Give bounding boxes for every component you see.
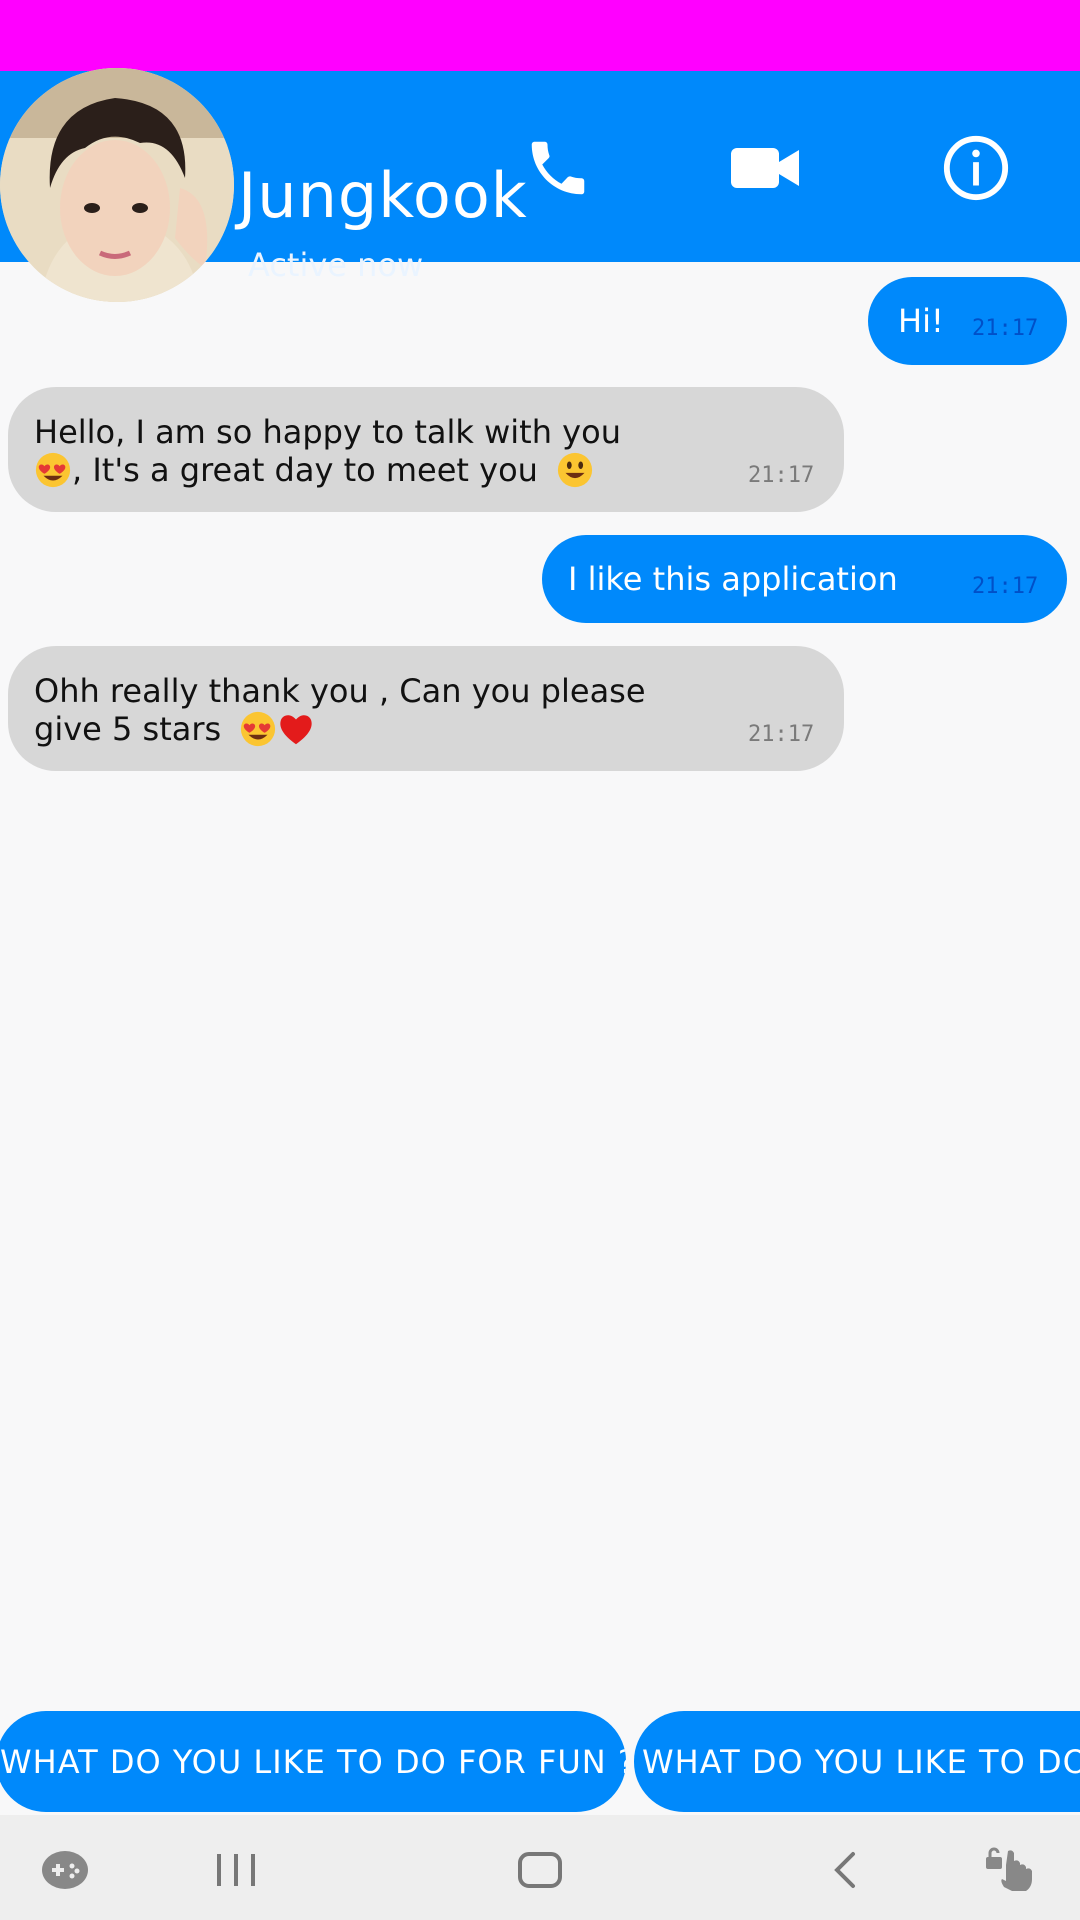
status-bar bbox=[0, 0, 1080, 71]
contact-status: Active now bbox=[248, 246, 424, 284]
message-text-line-2: give 5 stars bbox=[34, 710, 222, 748]
navigation-bar bbox=[0, 1815, 1080, 1920]
message-time: 21:17 bbox=[972, 316, 1039, 341]
message-bubble-outgoing[interactable]: I like this application 21:17 bbox=[542, 535, 1067, 623]
suggestion-chip[interactable]: WHAT DO YOU LIKE TO DO bbox=[634, 1711, 1080, 1812]
touch-lock-icon[interactable] bbox=[980, 1845, 1040, 1895]
message-time: 21:17 bbox=[748, 463, 815, 488]
phone-icon[interactable] bbox=[518, 128, 598, 208]
message-text-line-1: Ohh really thank you , Can you please bbox=[34, 672, 646, 710]
message-text: I like this application bbox=[568, 560, 898, 598]
heart-eyes-emoji-icon bbox=[35, 452, 71, 488]
game-launcher-icon[interactable] bbox=[35, 1845, 95, 1895]
suggestion-chip[interactable]: WHAT DO YOU LIKE TO DO FOR FUN ? bbox=[0, 1711, 626, 1812]
message-time: 21:17 bbox=[972, 574, 1039, 599]
heart-eyes-emoji-icon bbox=[241, 711, 276, 747]
message-bubble-incoming[interactable]: Ohh really thank you , Can you please gi… bbox=[8, 646, 844, 771]
message-text-line-1: Hello, I am so happy to talk with you bbox=[34, 413, 621, 451]
avatar[interactable] bbox=[0, 68, 234, 302]
message-bubble-outgoing[interactable]: Hi! 21:17 bbox=[868, 277, 1067, 365]
home-icon[interactable] bbox=[510, 1845, 570, 1895]
recent-apps-icon[interactable] bbox=[206, 1845, 266, 1895]
red-heart-emoji-icon bbox=[280, 715, 313, 745]
message-text: Hi! bbox=[898, 302, 944, 340]
smiley-emoji-icon bbox=[557, 452, 593, 488]
message-bubble-incoming[interactable]: Hello, I am so happy to talk with you , … bbox=[8, 387, 844, 512]
message-time: 21:17 bbox=[748, 722, 815, 747]
contact-name[interactable]: Jungkook bbox=[238, 159, 528, 232]
back-icon[interactable] bbox=[815, 1845, 875, 1895]
message-text-line-2: , It's a great day to meet you bbox=[72, 451, 538, 489]
video-call-icon[interactable] bbox=[725, 128, 805, 208]
info-icon[interactable] bbox=[936, 128, 1016, 208]
